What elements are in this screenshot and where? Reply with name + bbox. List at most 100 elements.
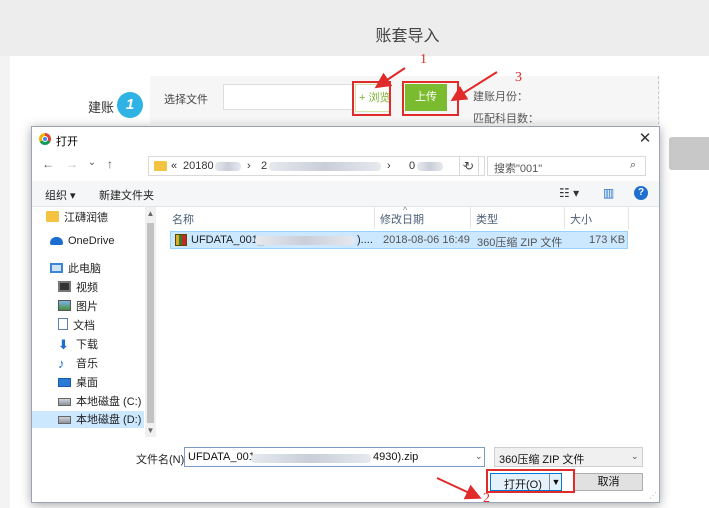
redacted-text xyxy=(269,162,381,171)
nav-item-this-pc[interactable]: 此电脑 xyxy=(50,260,160,277)
nav-scrollbar-thumb[interactable] xyxy=(147,223,154,423)
address-segment-2[interactable]: 2 xyxy=(261,160,267,172)
annotation-box-upload xyxy=(402,81,459,116)
forward-arrow-icon[interactable]: → xyxy=(64,157,80,171)
column-size[interactable]: 大小 xyxy=(570,211,592,227)
desktop-icon xyxy=(58,378,71,387)
resize-grip-icon[interactable]: ⋰ xyxy=(649,491,657,500)
close-icon[interactable]: ✕ xyxy=(634,129,656,149)
nav-item-label: 本地磁盘 (C:) xyxy=(76,396,142,408)
address-bar[interactable]: « 20180 › 2 › 0 ⌄ xyxy=(148,156,485,176)
step-badge: 1 xyxy=(117,92,143,118)
organize-menu[interactable]: 组织 ▾ xyxy=(45,187,76,203)
page-title: 账套导入 xyxy=(375,28,440,45)
file-type: 360压缩 ZIP 文件 xyxy=(477,237,563,249)
search-icon[interactable]: ⌕ xyxy=(630,159,636,172)
document-icon xyxy=(58,318,68,330)
column-type[interactable]: 类型 xyxy=(476,211,498,227)
annotation-number-3: 3 xyxy=(515,70,522,85)
scroll-up-icon[interactable]: ▲ xyxy=(145,209,156,218)
redacted-text xyxy=(255,236,355,245)
file-list-header: ^ 名称 修改日期 类型 大小 xyxy=(166,205,650,229)
right-panel-tab[interactable] xyxy=(669,137,709,170)
address-overflow[interactable]: « xyxy=(171,160,177,172)
drive-icon xyxy=(58,398,71,406)
filetype-value: 360压缩 ZIP 文件 xyxy=(499,454,585,466)
info-month: 建账月份： xyxy=(473,91,528,103)
zip-archive-icon xyxy=(175,234,187,246)
nav-item-label: 图片 xyxy=(76,301,98,313)
address-segment-1[interactable]: 20180 xyxy=(183,160,214,172)
recent-locations-chevron-icon[interactable]: ⌄ xyxy=(84,157,100,168)
address-separator: › xyxy=(387,160,391,172)
open-file-dialog: 打开 ✕ ← → ⌄ ↑ « 20180 › 2 › 0 ⌄ ↻ 搜索"001"… xyxy=(31,126,660,503)
download-icon: ⬇ xyxy=(58,337,69,352)
column-modified[interactable]: 修改日期 xyxy=(380,211,424,227)
file-path-input[interactable] xyxy=(223,84,353,110)
column-separator[interactable] xyxy=(470,207,471,229)
help-icon[interactable]: ? xyxy=(634,186,648,200)
cancel-button[interactable]: 取消 xyxy=(574,473,643,491)
column-separator[interactable] xyxy=(564,207,565,229)
nav-item-label: 江礴润德 xyxy=(64,212,108,224)
info-subjects: 匹配科目数： xyxy=(473,113,539,125)
file-size: 173 KB xyxy=(589,234,626,246)
preview-pane-icon[interactable]: ▥ xyxy=(603,186,614,200)
folder-icon xyxy=(154,161,167,171)
nav-item-onedrive[interactable]: OneDrive xyxy=(50,235,160,252)
redacted-text xyxy=(417,162,443,171)
chevron-down-icon: ⌄ xyxy=(631,451,639,461)
dialog-toolbar: 组织 ▾ 新建文件夹 ☷ ▾ ▥ ? xyxy=(32,181,659,207)
folder-icon xyxy=(46,211,59,222)
column-separator[interactable] xyxy=(628,207,629,229)
annotation-number-2: 2 xyxy=(483,491,490,506)
nav-item-label: 桌面 xyxy=(76,377,98,389)
search-placeholder: 搜索"001" xyxy=(494,163,543,175)
video-icon xyxy=(58,281,71,292)
up-arrow-icon[interactable]: ↑ xyxy=(102,157,118,171)
filename-value-end: 4930).zip xyxy=(373,451,419,463)
annotation-box-browse xyxy=(352,81,391,116)
filename-value: UFDATA_001 xyxy=(188,451,255,463)
nav-item-label: 音乐 xyxy=(76,358,98,370)
chrome-icon xyxy=(39,133,51,145)
new-folder-button[interactable]: 新建文件夹 xyxy=(99,187,154,203)
computer-icon xyxy=(50,263,63,273)
nav-item-label: 此电脑 xyxy=(68,263,101,275)
filename-label: 文件名(N): xyxy=(136,454,188,466)
refresh-icon[interactable]: ↻ xyxy=(459,156,479,176)
nav-item-label: 视频 xyxy=(76,282,98,294)
drive-icon xyxy=(58,416,71,424)
filename-input[interactable]: UFDATA_001 4930).zip ⌄ xyxy=(184,447,485,467)
file-label: 选择文件 xyxy=(164,94,208,106)
nav-item-label: 下载 xyxy=(76,339,98,351)
column-name[interactable]: 名称 xyxy=(172,211,194,227)
nav-item-label: 本地磁盘 (D:) xyxy=(76,414,142,426)
dialog-title: 打开 xyxy=(56,136,78,148)
dialog-titlebar: 打开 ✕ xyxy=(32,127,659,151)
music-icon: ♪ xyxy=(58,356,65,371)
filetype-select[interactable]: 360压缩 ZIP 文件 ⌄ xyxy=(494,447,643,467)
file-modified: 2018-08-06 16:49 xyxy=(383,234,470,246)
annotation-number-1: 1 xyxy=(420,52,427,67)
scroll-down-icon[interactable]: ▼ xyxy=(145,426,156,435)
back-arrow-icon[interactable]: ← xyxy=(40,157,56,171)
search-input[interactable]: 搜索"001" ⌕ xyxy=(487,156,646,176)
nav-item-label: 文档 xyxy=(73,320,95,332)
file-name: UFDATA_001_ xyxy=(191,234,264,246)
nav-item-label: OneDrive xyxy=(68,235,115,247)
navigation-pane: 江礴润德 OneDrive 此电脑 视频 图片 文档 ⬇ 下载 ♪ 音乐 桌面 本地… xyxy=(32,207,156,437)
chevron-down-icon[interactable]: ⌄ xyxy=(475,451,483,462)
address-segment-3[interactable]: 0 xyxy=(409,160,415,172)
view-options-icon[interactable]: ☷ ▾ xyxy=(559,186,579,200)
cloud-icon xyxy=(50,237,63,245)
redacted-text xyxy=(215,162,241,171)
redacted-text xyxy=(251,454,371,463)
nav-item-drive-d[interactable]: 本地磁盘 (D:) xyxy=(32,411,144,428)
file-row[interactable]: UFDATA_001_ ).... 2018-08-06 16:49 360压缩… xyxy=(170,231,628,249)
column-separator[interactable] xyxy=(374,207,375,229)
picture-icon xyxy=(58,300,71,311)
annotation-box-open xyxy=(486,469,575,493)
nav-item-jiangbo[interactable]: 江礴润德 xyxy=(46,209,156,226)
section-label: 建账 xyxy=(88,100,115,115)
